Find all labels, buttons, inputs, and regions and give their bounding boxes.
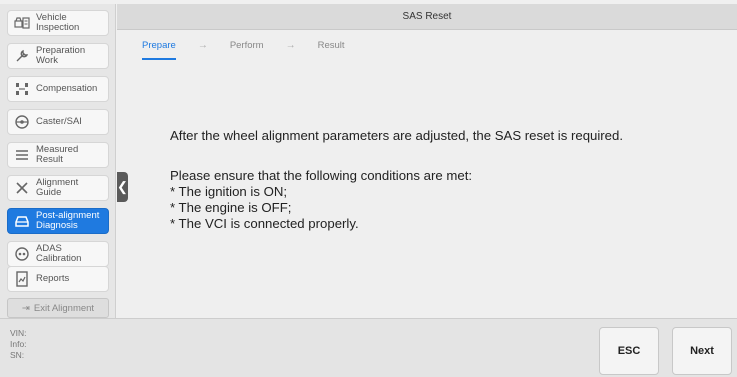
wrench-icon — [13, 47, 31, 65]
sidebar-item-measured-result[interactable]: Measured Result — [7, 142, 109, 168]
step-indicator: Prepare → Perform → Result — [117, 30, 737, 60]
chevron-left-icon: ❮ — [117, 179, 128, 194]
sidebar-item-reports[interactable]: Reports — [7, 266, 109, 292]
adas-icon — [13, 245, 31, 263]
step-prepare: Prepare — [142, 39, 176, 60]
arrow-right-icon: → — [197, 39, 208, 51]
sidebar-item-label: Compensation — [36, 83, 98, 94]
sidebar-item-label: Measured Result — [36, 144, 79, 165]
sidebar-item-alignment-guide[interactable]: Alignment Guide — [7, 175, 109, 201]
sidebar-item-label: Alignment Guide — [36, 177, 79, 198]
report-icon — [13, 270, 31, 288]
sidebar-item-vehicle-inspection[interactable]: Vehicle Inspection — [7, 10, 109, 36]
sidebar-item-label: Caster/SAI — [36, 116, 82, 127]
sas-reset-message: After the wheel alignment parameters are… — [170, 128, 624, 143]
sidebar-item-label: ADAS Calibration — [36, 243, 82, 264]
next-button[interactable]: Next — [672, 327, 732, 375]
sidebar: Vehicle Inspection Preparation Work Comp… — [0, 4, 116, 318]
collapse-sidebar-handle[interactable]: ❮ — [117, 172, 128, 202]
esc-button[interactable]: ESC — [599, 327, 659, 375]
page-title: SAS Reset — [117, 4, 737, 30]
conditions-intro: Please ensure that the following conditi… — [170, 168, 473, 183]
step-result: Result — [317, 39, 345, 51]
sidebar-item-label: Vehicle Inspection — [36, 12, 80, 33]
exit-icon: ⇥ — [21, 302, 30, 314]
condition-engine: * The engine is OFF; — [170, 200, 292, 215]
vehicle-info: VIN: Info: SN: — [10, 328, 27, 361]
sidebar-item-post-alignment-diagnosis[interactable]: Post-alignment Diagnosis — [7, 208, 109, 234]
sidebar-item-label: Post-alignment Diagnosis — [36, 210, 100, 231]
sidebar-item-label: Preparation Work — [36, 45, 86, 66]
sidebar-item-caster-sai[interactable]: Caster/SAI — [7, 109, 109, 135]
instruction-text: After the wheel alignment parameters are… — [170, 128, 623, 232]
sidebar-item-adas-calibration[interactable]: ADAS Calibration — [7, 241, 109, 267]
car-icon — [13, 212, 31, 230]
arrow-right-icon: → — [285, 39, 296, 51]
footer-bar: VIN: Info: SN: ESC Next — [0, 318, 737, 377]
sidebar-item-compensation[interactable]: Compensation — [7, 76, 109, 102]
sidebar-item-label: Reports — [36, 273, 70, 284]
exit-alignment-button[interactable]: ⇥ Exit Alignment — [7, 298, 109, 318]
car-inspection-icon — [13, 14, 31, 32]
steering-wheel-icon — [13, 113, 31, 131]
sidebar-item-preparation-work[interactable]: Preparation Work — [7, 43, 109, 69]
step-perform: Perform — [229, 39, 264, 51]
tools-icon — [13, 179, 31, 197]
compensation-icon — [13, 80, 31, 98]
main-panel: SAS Reset Prepare → Perform → Result Aft… — [117, 4, 737, 318]
list-icon — [13, 146, 31, 164]
sn-label: SN: — [10, 350, 25, 360]
vin-label: VIN: — [10, 328, 27, 338]
exit-alignment-label: Exit Alignment — [33, 302, 95, 314]
info-label: Info: — [10, 339, 27, 349]
condition-vci: * The VCI is connected properly. — [170, 216, 359, 231]
condition-ignition: * The ignition is ON; — [170, 184, 288, 199]
